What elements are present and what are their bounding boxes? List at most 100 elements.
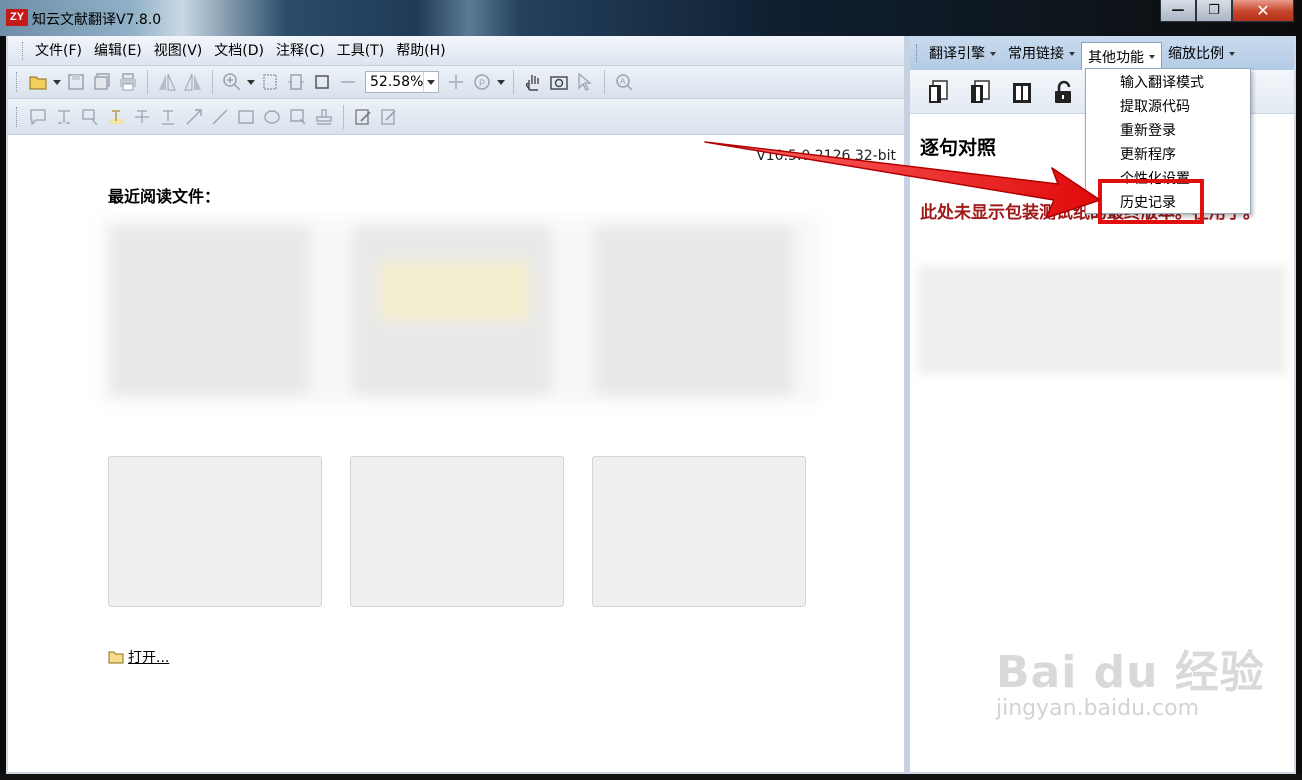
zoom-in-icon[interactable] — [219, 69, 245, 95]
fit-width-icon[interactable] — [283, 69, 309, 95]
zoom-level-select[interactable]: 52.58% — [365, 71, 439, 93]
main-toolbar: 52.58% P A — [8, 66, 904, 99]
menu-file[interactable]: 文件(F) — [29, 36, 88, 66]
title-bar: ZY 知云文献翻译V7.8.0 — ❐ ✕ — [0, 0, 1302, 36]
menu-item-update[interactable]: 更新程序 — [1086, 143, 1250, 167]
print-icon[interactable] — [115, 69, 141, 95]
flip-left-icon[interactable] — [154, 69, 180, 95]
open-file-link[interactable]: 打开... — [108, 647, 169, 667]
stamp-icon[interactable] — [311, 104, 337, 130]
recent-file-slot[interactable] — [592, 456, 806, 607]
copy-translation-icon[interactable] — [966, 78, 994, 106]
chevron-down-icon — [1229, 51, 1235, 59]
arrow-tool-icon[interactable] — [181, 104, 207, 130]
area-tool-icon[interactable] — [285, 104, 311, 130]
menu-label: 翻译引擎 — [929, 46, 985, 62]
minimize-button[interactable]: — — [1160, 0, 1196, 22]
baidu-watermark: Bai du 经验 jingyan.baidu.com — [996, 636, 1265, 721]
chevron-down-icon — [1149, 55, 1155, 62]
find-text-icon[interactable]: A — [611, 69, 637, 95]
highlight-icon[interactable] — [103, 104, 129, 130]
folder-icon — [108, 651, 124, 664]
toolbar-separator — [604, 70, 605, 94]
menubar-grip — [916, 44, 919, 62]
menubar-grip — [22, 41, 25, 60]
menu-view[interactable]: 视图(V) — [148, 36, 209, 66]
zoom-dropdown-arrow[interactable] — [245, 69, 257, 95]
open-dropdown-arrow[interactable] — [51, 69, 63, 95]
underline-icon[interactable] — [155, 104, 181, 130]
ellipse-tool-icon[interactable] — [259, 104, 285, 130]
maximize-button[interactable]: ❐ — [1196, 0, 1232, 22]
menu-item-input-translation-mode[interactable]: 输入翻译模式 — [1086, 71, 1250, 95]
menu-item-extract-source[interactable]: 提取源代码 — [1086, 95, 1250, 119]
menu-comment[interactable]: 注释(C) — [270, 36, 331, 66]
pdf-reader-pane: 文件(F) 编辑(E) 视图(V) 文档(D) 注释(C) 工具(T) 帮助(H… — [8, 36, 904, 772]
menu-help[interactable]: 帮助(H) — [390, 36, 451, 66]
open-file-label: 打开... — [128, 650, 170, 666]
actual-size-icon[interactable] — [309, 69, 335, 95]
fit-page-icon[interactable] — [257, 69, 283, 95]
svg-text:P: P — [479, 78, 485, 88]
menu-document[interactable]: 文档(D) — [208, 36, 270, 66]
copy-original-icon[interactable] — [924, 78, 952, 106]
taskbar-edge — [0, 774, 1302, 780]
window-title: 知云文献翻译V7.8.0 — [32, 12, 162, 28]
recent-files-blurred — [100, 216, 820, 404]
zoom-out-icon[interactable] — [335, 69, 361, 95]
toolbar-separator — [212, 70, 213, 94]
menu-label: 常用链接 — [1008, 46, 1064, 62]
chevron-down-icon[interactable] — [423, 72, 438, 92]
recent-file-slot[interactable] — [108, 456, 322, 607]
menu-label: 缩放比例 — [1168, 46, 1224, 62]
select-cursor-icon[interactable] — [572, 69, 598, 95]
copy-both-icon[interactable] — [1008, 78, 1036, 106]
close-button[interactable]: ✕ — [1232, 0, 1294, 22]
snapshot-icon[interactable] — [546, 69, 572, 95]
window-controls: — ❐ ✕ — [1160, 0, 1294, 22]
svg-text:A: A — [620, 77, 626, 86]
recent-file-slot[interactable] — [350, 456, 564, 607]
menu-edit[interactable]: 编辑(E) — [88, 36, 148, 66]
recent-files-title: 最近阅读文件： — [108, 187, 221, 206]
page-dropdown-arrow[interactable] — [495, 69, 507, 95]
chevron-down-icon — [990, 51, 996, 59]
menu-common-links[interactable]: 常用链接 — [1002, 40, 1081, 66]
flip-right-icon[interactable] — [180, 69, 206, 95]
note-icon[interactable] — [25, 104, 51, 130]
rectangle-tool-icon[interactable] — [233, 104, 259, 130]
menu-other-functions[interactable]: 其他功能 — [1081, 42, 1162, 70]
edit-form-icon[interactable] — [376, 104, 402, 130]
save-all-icon[interactable] — [89, 69, 115, 95]
chevron-down-icon — [1069, 51, 1075, 59]
menu-label: 其他功能 — [1088, 49, 1144, 66]
version-label: V10.5.0.2126 32-bit — [756, 148, 896, 164]
unlock-icon[interactable] — [1050, 78, 1078, 106]
toolbar-grip — [16, 106, 19, 127]
toolbar-separator — [147, 70, 148, 94]
text-box-icon[interactable] — [51, 104, 77, 130]
menu-translation-engine[interactable]: 翻译引擎 — [923, 40, 1002, 66]
save-icon[interactable] — [63, 69, 89, 95]
watermark-brand: Bai du 经验 — [996, 647, 1265, 698]
menu-tools[interactable]: 工具(T) — [331, 36, 390, 66]
main-menubar: 文件(F) 编辑(E) 视图(V) 文档(D) 注释(C) 工具(T) 帮助(H… — [8, 36, 904, 66]
strikethrough-icon[interactable] — [129, 104, 155, 130]
hand-tool-icon[interactable] — [520, 69, 546, 95]
callout-icon[interactable] — [77, 104, 103, 130]
app-logo: ZY — [6, 9, 28, 26]
open-folder-icon[interactable] — [25, 69, 51, 95]
toolbar-separator — [343, 104, 344, 129]
sentence-compare-title: 逐句对照 — [920, 137, 997, 159]
translation-blurred-text — [918, 266, 1286, 374]
page-navigation-icon[interactable]: P — [469, 69, 495, 95]
menu-item-relogin[interactable]: 重新登录 — [1086, 119, 1250, 143]
translation-menubar: 翻译引擎 常用链接 其他功能 缩放比例 — [910, 36, 1294, 70]
toolbar-separator — [513, 70, 514, 94]
menu-zoom-ratio[interactable]: 缩放比例 — [1162, 40, 1241, 66]
history-highlight-box — [1098, 179, 1204, 224]
sign-document-icon[interactable] — [350, 104, 376, 130]
zoom-plus-icon[interactable] — [443, 69, 469, 95]
line-tool-icon[interactable] — [207, 104, 233, 130]
annotation-toolbar — [8, 99, 904, 135]
